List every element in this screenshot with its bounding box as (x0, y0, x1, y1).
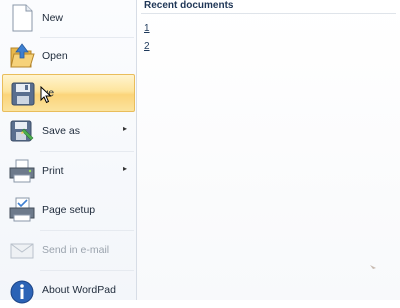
menu-item-save-as-label: Save as (42, 125, 80, 137)
new-document-icon (8, 4, 36, 32)
menu-item-save-as[interactable]: Save as ▸ (2, 113, 135, 149)
stray-mark (369, 263, 379, 275)
menu-separator (40, 230, 134, 231)
recent-documents-divider (141, 13, 396, 14)
email-icon (8, 236, 36, 264)
recent-documents-title: Recent documents (144, 0, 234, 11)
menu-item-open[interactable]: Open (2, 38, 135, 74)
recent-document-item[interactable]: 2 (144, 41, 150, 52)
page-setup-icon (8, 196, 36, 224)
save-floppy-icon (9, 80, 37, 108)
menu-item-page-setup[interactable]: Page setup (2, 192, 135, 228)
recent-documents-pane: Recent documents 1 2 (137, 0, 400, 300)
menu-item-page-setup-label: Page setup (42, 204, 96, 216)
menu-item-new-label: New (42, 12, 64, 24)
menu-item-new[interactable]: New (2, 0, 135, 36)
menu-item-about-label: About WordPad (42, 284, 116, 296)
menu-separator (40, 151, 134, 152)
mouse-cursor-icon (40, 85, 52, 107)
save-as-icon (8, 117, 36, 145)
menu-item-save[interactable]: ve (2, 74, 135, 112)
file-menu-left-pane: New Open ve Save as ▸ Print ▸ Page setup… (0, 0, 137, 304)
menu-item-open-label: Open (42, 50, 68, 62)
submenu-arrow-icon: ▸ (122, 124, 127, 133)
menu-item-send-email[interactable]: Send in e-mail (2, 232, 135, 268)
menu-separator (40, 270, 134, 271)
menu-item-print[interactable]: Print ▸ (2, 153, 135, 189)
menu-item-send-email-label: Send in e-mail (42, 244, 110, 256)
printer-icon (8, 157, 36, 185)
menu-item-print-label: Print (42, 165, 64, 177)
recent-document-item[interactable]: 1 (144, 23, 150, 34)
submenu-arrow-icon: ▸ (122, 164, 127, 173)
menu-item-about[interactable]: About WordPad (2, 272, 135, 308)
open-folder-icon (8, 42, 36, 70)
